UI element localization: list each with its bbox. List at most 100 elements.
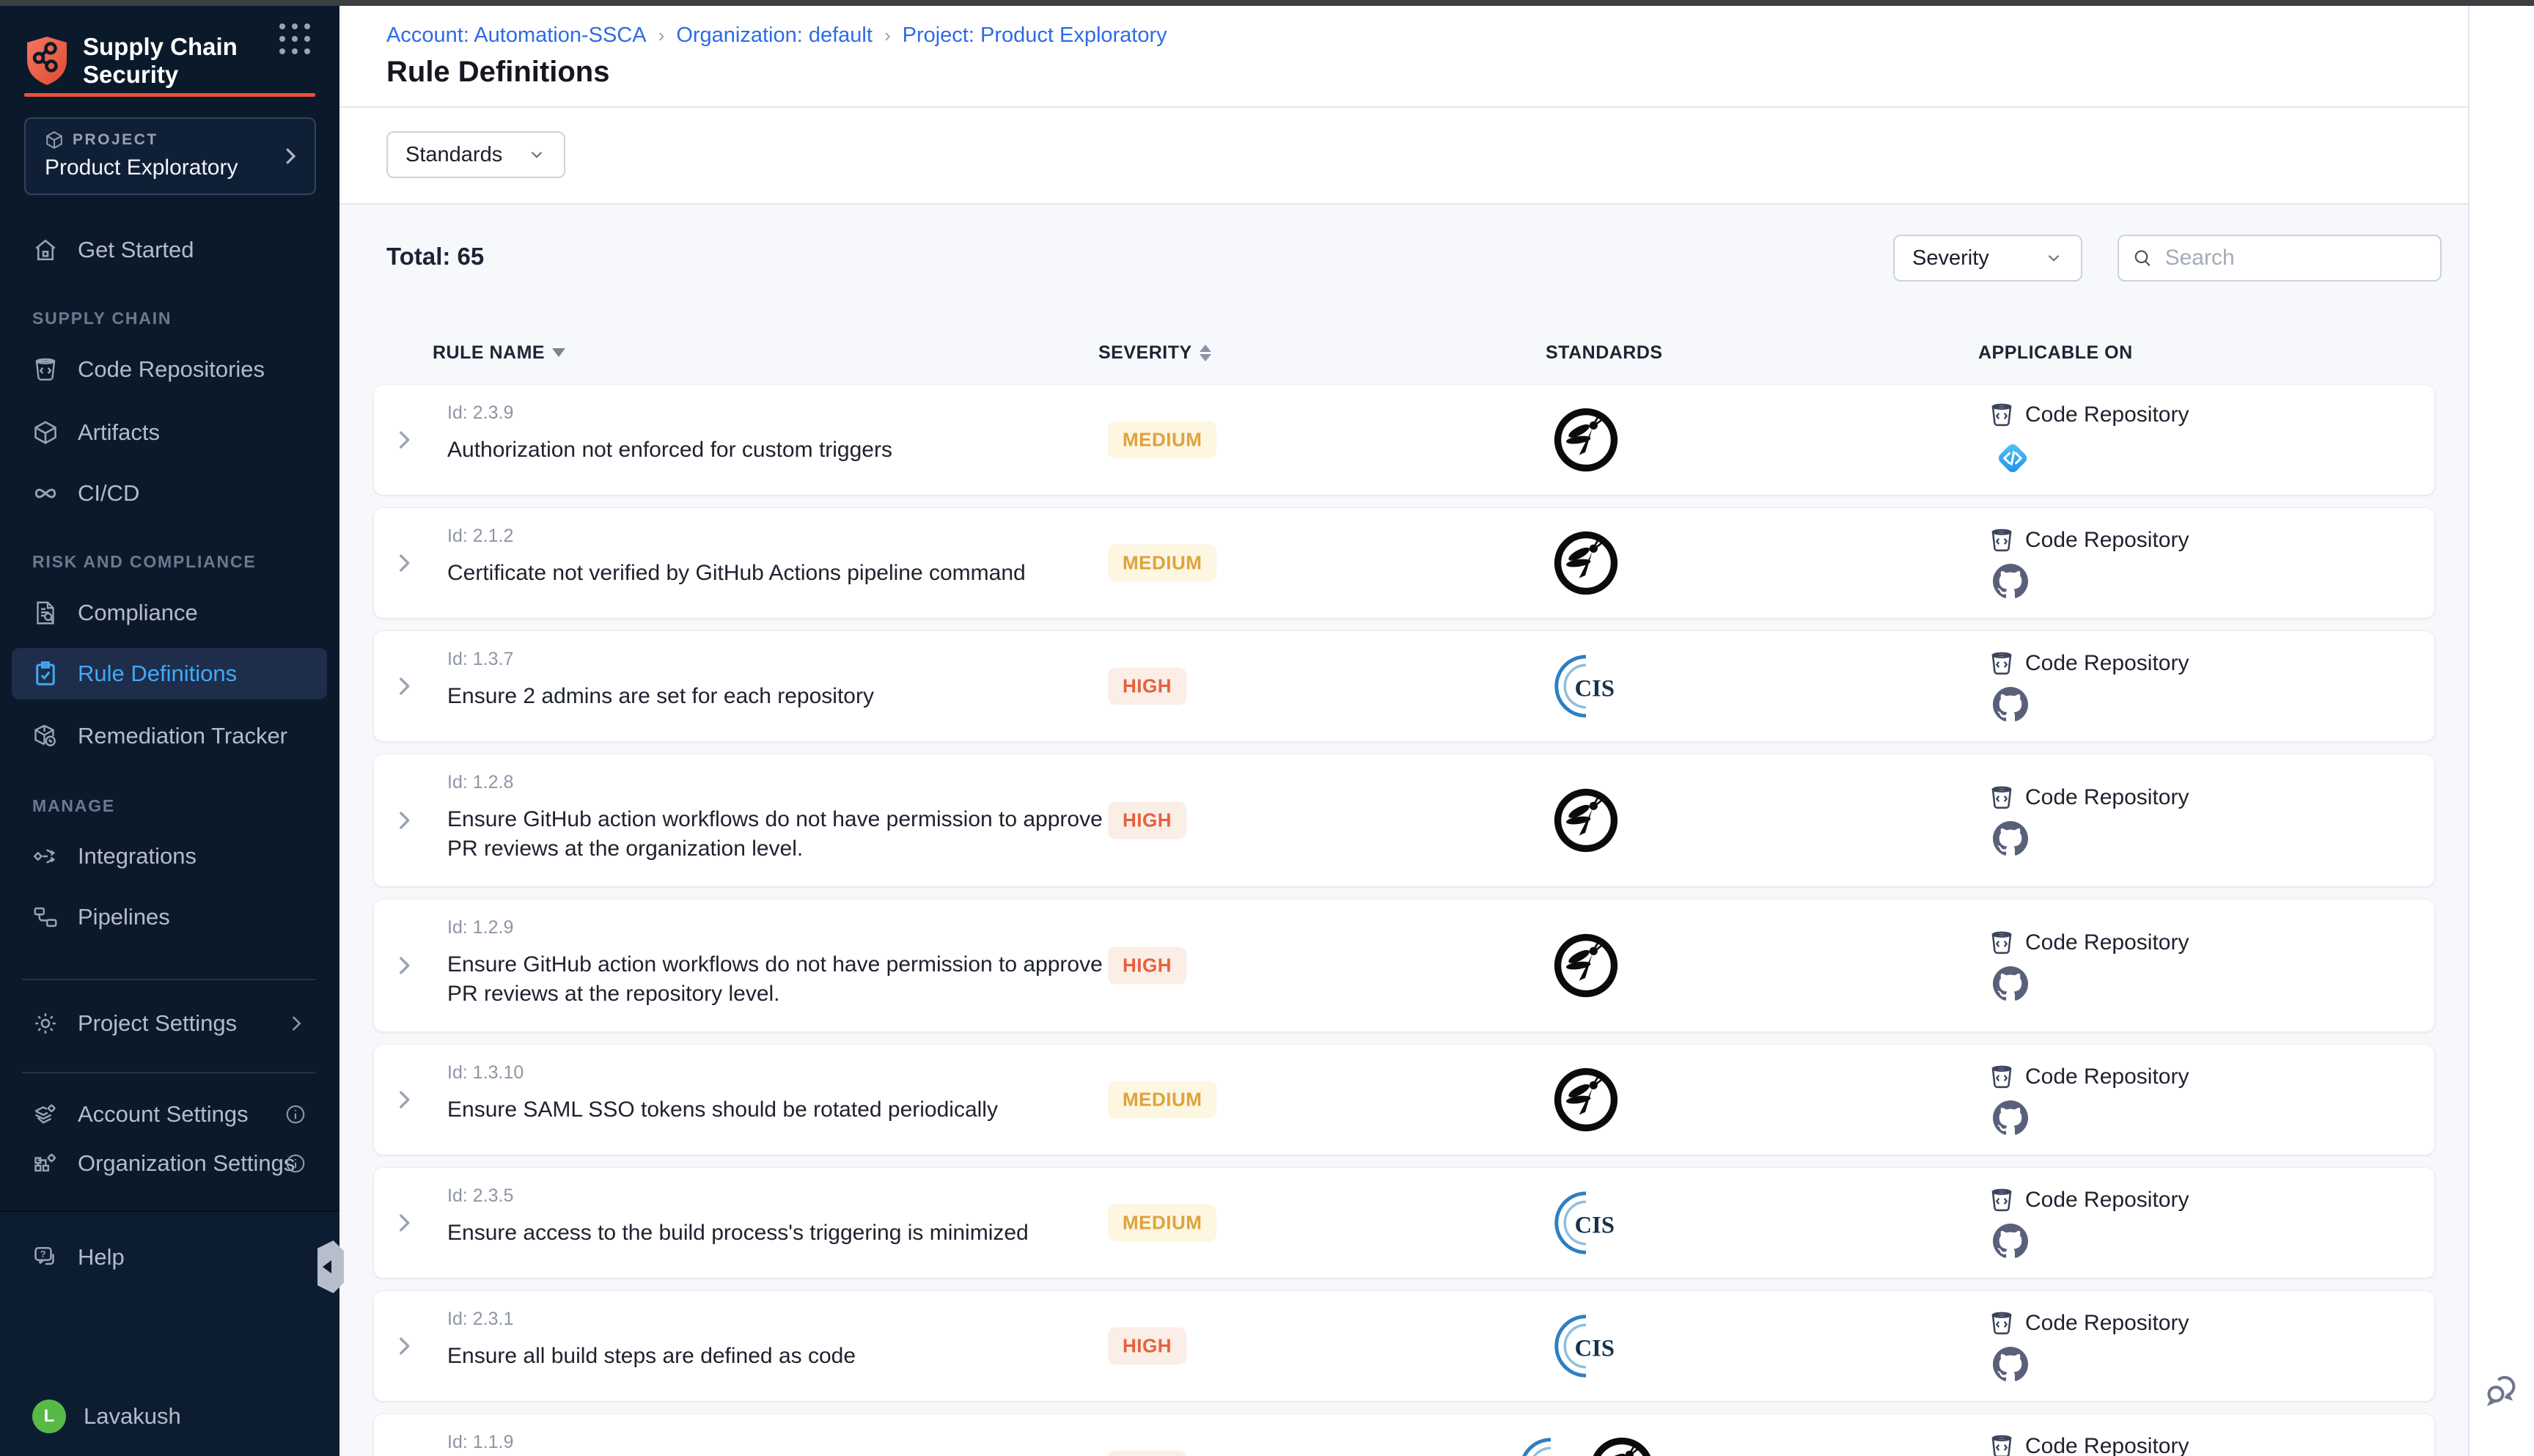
layers-gear-icon	[32, 1101, 59, 1128]
source-icon-slot	[1993, 821, 2189, 856]
sidebar-item-remediation-tracker[interactable]: Remediation Tracker	[12, 710, 327, 762]
app-window: Supply Chain Security PROJECT Product Ex…	[0, 0, 2534, 1456]
standards-filter-dropdown[interactable]: Standards	[386, 131, 565, 178]
svg-text:CIS: CIS	[1575, 675, 1615, 702]
sidebar-footer: ? Help L Lavakush	[0, 1210, 339, 1456]
github-icon	[1993, 687, 2028, 722]
sidebar-item-account-settings[interactable]: Account Settings	[12, 1089, 327, 1140]
code-repository-icon	[1988, 1187, 2015, 1213]
sidebar: Supply Chain Security PROJECT Product Ex…	[0, 6, 339, 1456]
row-expand-chevron[interactable]	[392, 1210, 416, 1235]
github-icon	[1993, 1347, 2028, 1382]
cis-icon: CIS	[1552, 1189, 1620, 1257]
breadcrumb-project[interactable]: Project: Product Exploratory	[903, 23, 1167, 48]
column-header-standards: STANDARDS	[1546, 338, 1663, 367]
rule-id: Id: 1.2.8	[447, 772, 1103, 793]
sidebar-collapse-handle[interactable]	[317, 1240, 344, 1293]
rule-id: Id: 1.3.7	[447, 649, 874, 670]
sidebar-item-artifacts[interactable]: Artifacts	[12, 407, 327, 458]
applicable-on-label: Code Repository	[2025, 785, 2189, 810]
applicable-on-cell: Code Repository	[1988, 527, 2189, 599]
rule-id: Id: 2.3.1	[447, 1309, 856, 1330]
source-icon-slot	[1993, 1224, 2189, 1259]
row-expand-chevron[interactable]	[392, 1334, 416, 1358]
applicable-on-cell: Code Repository	[1988, 1433, 2189, 1456]
column-header-severity[interactable]: SEVERITY	[1098, 338, 1211, 367]
standards-icons	[1505, 1067, 1667, 1133]
sidebar-item-project-settings[interactable]: Project Settings	[12, 998, 327, 1049]
document-search-icon	[32, 600, 59, 626]
applicable-on-cell: Code Repository	[1988, 402, 2189, 478]
sidebar-item-help[interactable]: ? Help	[12, 1232, 327, 1283]
chat-bubbles-icon[interactable]	[2483, 1371, 2522, 1411]
row-expand-chevron[interactable]	[392, 674, 416, 699]
row-expand-chevron[interactable]	[392, 551, 416, 576]
breadcrumb-organization[interactable]: Organization: default	[676, 23, 873, 48]
sidebar-item-compliance[interactable]: Compliance	[12, 587, 327, 639]
nine-dot-grid-icon[interactable]	[279, 23, 312, 56]
filters-toolbar: Standards	[339, 108, 2468, 203]
infinity-icon	[32, 480, 59, 507]
rule-name: Ensure SAML SSO tokens should be rotated…	[447, 1095, 998, 1125]
applicable-on-cell: Code Repository	[1988, 1064, 2189, 1136]
project-selector[interactable]: PROJECT Product Exploratory	[24, 117, 316, 195]
source-icon-slot	[1993, 1100, 2189, 1136]
row-expand-chevron[interactable]	[392, 953, 416, 978]
row-expand-chevron[interactable]	[392, 1087, 416, 1112]
owasp-icon	[1553, 407, 1619, 473]
info-icon[interactable]	[284, 1103, 306, 1125]
code-repository-icon	[1988, 402, 2015, 428]
sidebar-item-organization-settings[interactable]: Organization Settings	[12, 1138, 327, 1189]
table-row: Id: 2.1.2 Certificate not verified by Gi…	[374, 508, 2434, 618]
sidebar-item-rule-definitions[interactable]: Rule Definitions	[12, 648, 327, 699]
sidebar-divider	[22, 1072, 315, 1073]
owasp-icon	[1553, 787, 1619, 853]
severity-badge: MEDIUM	[1108, 545, 1216, 582]
row-expand-chevron[interactable]	[392, 808, 416, 833]
source-icon-slot	[1993, 966, 2189, 1001]
standards-icons: CIS	[1505, 652, 1667, 720]
search-input[interactable]	[2164, 245, 2427, 271]
row-expand-chevron[interactable]	[392, 427, 416, 452]
source-icon-slot	[1993, 687, 2189, 722]
rule-name: Ensure access to the build process's tri…	[447, 1218, 1029, 1248]
rule-name: Ensure GitHub action workflows do not ha…	[447, 805, 1103, 834]
chevron-right-icon: ›	[658, 24, 665, 47]
owasp-icon	[1553, 530, 1619, 596]
info-icon[interactable]	[284, 1152, 306, 1174]
severity-badge: HIGH	[1108, 1328, 1186, 1365]
brand-title: Supply Chain Security	[83, 33, 238, 89]
cis-icon: CIS	[1552, 1312, 1620, 1380]
user-menu[interactable]: L Lavakush	[12, 1391, 327, 1442]
rule-id: Id: 1.2.9	[447, 917, 1103, 938]
sidebar-item-get-started[interactable]: Get Started	[12, 224, 327, 276]
svg-text:?: ?	[40, 1249, 46, 1260]
rule-name: Certificate not verified by GitHub Actio…	[447, 559, 1026, 588]
github-icon	[1993, 821, 2028, 856]
section-risk-and-compliance: RISK AND COMPLIANCE	[32, 552, 257, 572]
page-title: Rule Definitions	[386, 56, 609, 89]
severity-filter-dropdown[interactable]: Severity	[1893, 235, 2082, 282]
sidebar-item-pipelines[interactable]: Pipelines	[12, 891, 327, 943]
applicable-on-cell: Code Repository	[1988, 930, 2189, 1001]
severity-badge: MEDIUM	[1108, 422, 1216, 459]
harness-code-icon	[1993, 438, 2032, 478]
avatar: L	[32, 1400, 66, 1433]
breadcrumb-account[interactable]: Account: Automation-SSCA	[386, 23, 647, 48]
applicable-on-label: Code Repository	[2025, 651, 2189, 676]
column-header-applicable-on: APPLICABLE ON	[1978, 338, 2133, 367]
gear-icon	[32, 1010, 59, 1037]
rule-id: Id: 2.1.2	[447, 526, 1026, 547]
severity-badge: HIGH	[1108, 947, 1186, 985]
sidebar-item-integrations[interactable]: Integrations	[12, 831, 327, 882]
owasp-icon	[1589, 1436, 1655, 1456]
applicable-on-cell: Code Repository	[1988, 1310, 2189, 1382]
cis-icon: CIS	[1552, 652, 1620, 720]
applicable-on-label: Code Repository	[2025, 1188, 2189, 1213]
sidebar-item-cicd[interactable]: CI/CD	[12, 468, 327, 519]
table-row: Id: 1.2.9 Ensure GitHub action workflows…	[374, 900, 2434, 1032]
sidebar-item-code-repositories[interactable]: Code Repositories	[12, 344, 327, 395]
column-header-rule-name[interactable]: RULE NAME	[433, 338, 565, 367]
severity-badge: HIGH	[1108, 668, 1186, 705]
standards-icons: CIS	[1505, 1189, 1667, 1257]
